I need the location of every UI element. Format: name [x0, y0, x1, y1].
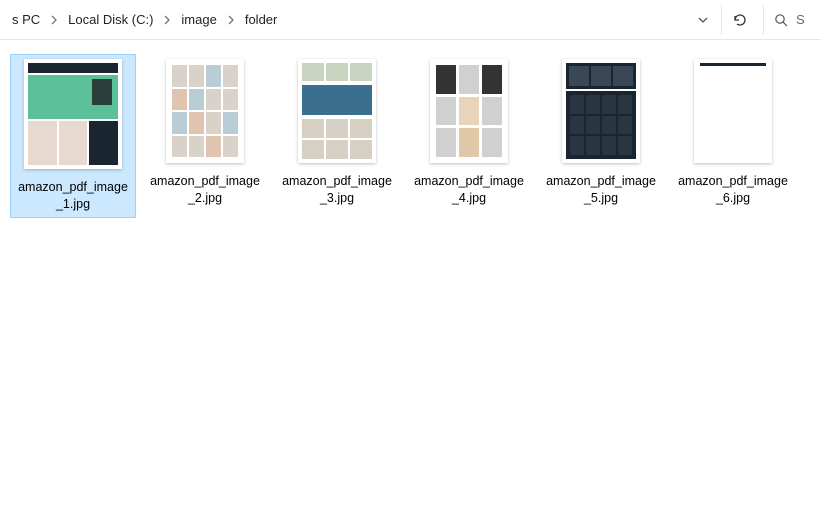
refresh-button[interactable] — [721, 5, 757, 35]
search-icon — [774, 13, 788, 27]
history-dropdown-button[interactable] — [689, 6, 717, 34]
file-grid: amazon_pdf_image_1.jpg amazon_pdf_image_… — [0, 40, 821, 232]
file-item[interactable]: amazon_pdf_image_6.jpg — [670, 54, 796, 212]
breadcrumb: s PC Local Disk (C:) image folder — [4, 10, 689, 29]
file-item[interactable]: amazon_pdf_image_5.jpg — [538, 54, 664, 212]
file-item[interactable]: amazon_pdf_image_3.jpg — [274, 54, 400, 212]
breadcrumb-item[interactable]: Local Disk (C:) — [64, 10, 157, 29]
chevron-right-icon — [161, 15, 173, 25]
chevron-down-icon — [697, 16, 709, 24]
file-thumbnail — [430, 59, 508, 163]
file-name-label: amazon_pdf_image_1.jpg — [15, 179, 131, 213]
file-name-label: amazon_pdf_image_3.jpg — [279, 173, 395, 207]
file-thumbnail — [24, 59, 122, 169]
chevron-right-icon — [48, 15, 60, 25]
file-thumbnail — [166, 59, 244, 163]
search-placeholder: S — [796, 12, 805, 27]
file-name-label: amazon_pdf_image_6.jpg — [675, 173, 791, 207]
file-item[interactable]: amazon_pdf_image_1.jpg — [10, 54, 136, 218]
file-thumbnail — [694, 59, 772, 163]
breadcrumb-item[interactable]: folder — [241, 10, 282, 29]
breadcrumb-item[interactable]: s PC — [8, 10, 44, 29]
file-item[interactable]: amazon_pdf_image_2.jpg — [142, 54, 268, 212]
file-item[interactable]: amazon_pdf_image_4.jpg — [406, 54, 532, 212]
file-name-label: amazon_pdf_image_5.jpg — [543, 173, 659, 207]
file-thumbnail — [562, 59, 640, 163]
file-name-label: amazon_pdf_image_2.jpg — [147, 173, 263, 207]
chevron-right-icon — [225, 15, 237, 25]
breadcrumb-item[interactable]: image — [177, 10, 220, 29]
search-input[interactable]: S — [763, 5, 817, 35]
address-toolbar: s PC Local Disk (C:) image folder S — [0, 0, 821, 40]
file-thumbnail — [298, 59, 376, 163]
file-name-label: amazon_pdf_image_4.jpg — [411, 173, 527, 207]
refresh-icon — [732, 12, 748, 28]
